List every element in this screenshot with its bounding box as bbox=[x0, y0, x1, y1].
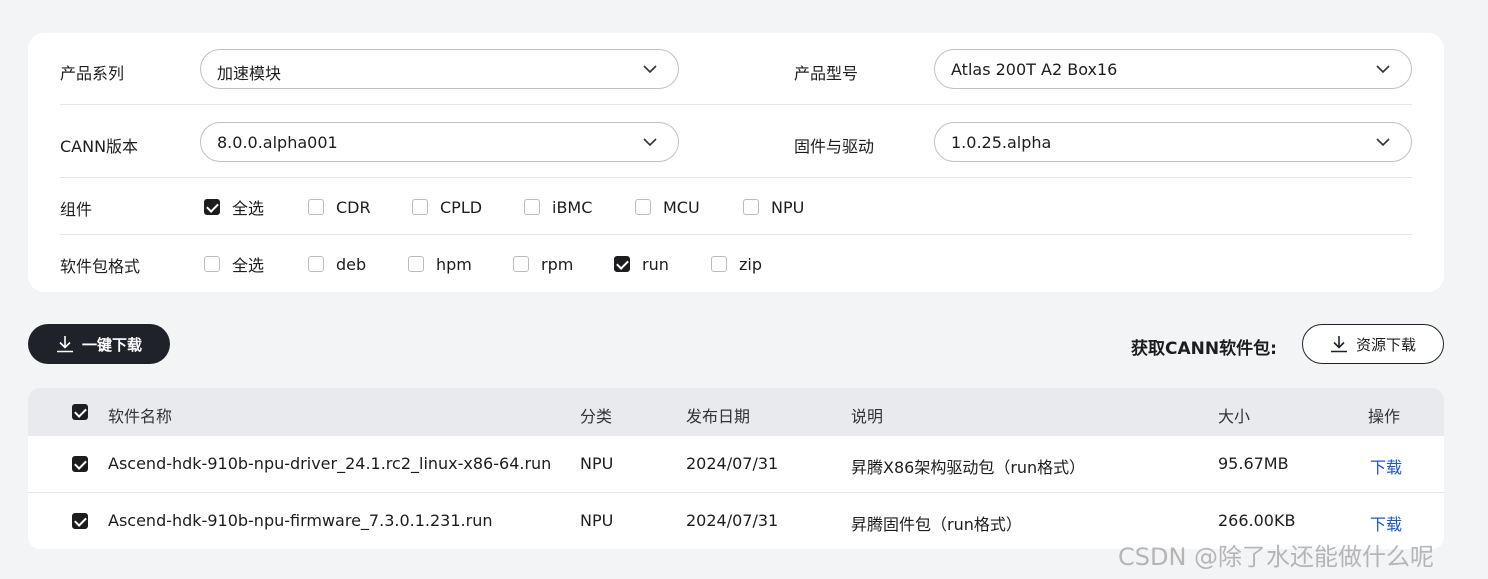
product-series-select[interactable]: 加速模块 bbox=[200, 49, 679, 89]
option-label: NPU bbox=[771, 197, 805, 217]
checkbox[interactable] bbox=[308, 199, 324, 215]
cann-version-label: CANN版本 bbox=[60, 137, 139, 156]
checkbox[interactable] bbox=[614, 256, 630, 272]
option-label: CDR bbox=[336, 197, 371, 217]
watermark: CSDN @除了水还能做什么呢 bbox=[1118, 543, 1435, 571]
format-option-all[interactable]: 全选 bbox=[204, 254, 265, 275]
option-label: MCU bbox=[663, 197, 700, 217]
option-label: rpm bbox=[541, 254, 574, 274]
checkbox[interactable] bbox=[412, 199, 428, 215]
checkbox[interactable] bbox=[711, 256, 727, 272]
one-click-download-label: 一键下载 bbox=[81, 335, 142, 354]
row-download-link[interactable]: 下载 bbox=[1370, 511, 1402, 535]
option-label: deb bbox=[336, 254, 367, 274]
row-checkbox[interactable] bbox=[72, 456, 88, 472]
row-name: Ascend-hdk-910b-npu-firmware_7.3.0.1.231… bbox=[108, 511, 493, 530]
format-option-run[interactable]: run bbox=[614, 254, 669, 274]
software-table: 软件名称 分类 发布日期 说明 大小 操作 Ascend-hdk-910b-np… bbox=[28, 388, 1444, 549]
product-model-label: 产品型号 bbox=[794, 64, 859, 83]
cann-version-select[interactable]: 8.0.0.alpha001 bbox=[200, 122, 679, 162]
filter-row-components: 组件 全选 CDR CPLD iBMC MCU NPU bbox=[60, 178, 1412, 235]
chevron-down-icon bbox=[643, 65, 657, 74]
checkbox[interactable] bbox=[308, 256, 324, 272]
checkbox[interactable] bbox=[204, 256, 220, 272]
option-label: 全选 bbox=[232, 199, 265, 218]
select-all-checkbox[interactable] bbox=[72, 404, 88, 420]
component-option-cpld[interactable]: CPLD bbox=[412, 197, 482, 217]
format-option-deb[interactable]: deb bbox=[308, 254, 366, 274]
component-option-npu[interactable]: NPU bbox=[743, 197, 804, 217]
firmware-driver-select[interactable]: 1.0.25.alpha bbox=[934, 122, 1412, 162]
components-label: 组件 bbox=[60, 200, 93, 219]
option-label: run bbox=[642, 254, 669, 274]
product-model-value: Atlas 200T A2 Box16 bbox=[951, 60, 1118, 79]
row-checkbox[interactable] bbox=[72, 513, 88, 529]
option-label: iBMC bbox=[552, 197, 593, 217]
format-option-hpm[interactable]: hpm bbox=[408, 254, 472, 274]
table-header: 软件名称 分类 发布日期 说明 大小 操作 bbox=[28, 388, 1444, 436]
one-click-download-button[interactable]: 一键下载 bbox=[28, 324, 170, 364]
cann-version-value: 8.0.0.alpha001 bbox=[217, 133, 338, 152]
row-name: Ascend-hdk-910b-npu-driver_24.1.rc2_linu… bbox=[108, 454, 552, 473]
component-option-ibmc[interactable]: iBMC bbox=[524, 197, 592, 217]
component-option-mcu[interactable]: MCU bbox=[635, 197, 700, 217]
option-label: zip bbox=[739, 254, 762, 274]
component-option-cdr[interactable]: CDR bbox=[308, 197, 371, 217]
package-format-label: 软件包格式 bbox=[60, 257, 141, 276]
resource-download-button[interactable]: 资源下载 bbox=[1302, 324, 1444, 364]
row-category: NPU bbox=[580, 511, 614, 530]
checkbox[interactable] bbox=[635, 199, 651, 215]
chevron-down-icon bbox=[643, 138, 657, 147]
header-desc: 说明 bbox=[851, 407, 884, 426]
format-option-rpm[interactable]: rpm bbox=[513, 254, 573, 274]
filter-row-version: CANN版本 8.0.0.alpha001 固件与驱动 1.0.25.alpha bbox=[60, 105, 1412, 178]
chevron-down-icon bbox=[1376, 138, 1390, 147]
header-size: 大小 bbox=[1218, 407, 1251, 426]
format-option-zip[interactable]: zip bbox=[711, 254, 762, 274]
row-date: 2024/07/31 bbox=[686, 454, 779, 473]
component-option-all[interactable]: 全选 bbox=[204, 197, 265, 218]
product-series-value: 加速模块 bbox=[217, 64, 282, 83]
header-name: 软件名称 bbox=[108, 407, 173, 426]
row-download-link[interactable]: 下载 bbox=[1370, 454, 1402, 478]
checkbox[interactable] bbox=[204, 199, 220, 215]
download-icon bbox=[56, 336, 73, 353]
chevron-down-icon bbox=[1376, 65, 1390, 74]
table-row: Ascend-hdk-910b-npu-driver_24.1.rc2_linu… bbox=[28, 436, 1444, 493]
checkbox[interactable] bbox=[743, 199, 759, 215]
checkbox[interactable] bbox=[524, 199, 540, 215]
header-op: 操作 bbox=[1368, 407, 1401, 426]
row-size: 266.00KB bbox=[1218, 511, 1296, 530]
filter-row-format: 软件包格式 全选 deb hpm rpm run zip bbox=[60, 235, 1412, 292]
header-category: 分类 bbox=[580, 407, 613, 426]
firmware-driver-label: 固件与驱动 bbox=[794, 137, 875, 156]
row-category: NPU bbox=[580, 454, 614, 473]
product-model-select[interactable]: Atlas 200T A2 Box16 bbox=[934, 49, 1412, 89]
option-label: CPLD bbox=[440, 197, 483, 217]
row-date: 2024/07/31 bbox=[686, 511, 779, 530]
download-icon bbox=[1330, 336, 1347, 353]
checkbox[interactable] bbox=[408, 256, 424, 272]
option-label: hpm bbox=[436, 254, 472, 274]
row-size: 95.67MB bbox=[1218, 454, 1289, 473]
row-desc: 昇腾固件包（run格式） bbox=[851, 515, 1022, 534]
filter-panel: 产品系列 加速模块 产品型号 Atlas 200T A2 Box16 CANN版… bbox=[28, 33, 1444, 292]
firmware-driver-value: 1.0.25.alpha bbox=[951, 133, 1052, 152]
filter-row-product: 产品系列 加速模块 产品型号 Atlas 200T A2 Box16 bbox=[60, 33, 1412, 105]
get-cann-label: 获取CANN软件包: bbox=[1131, 339, 1277, 359]
product-series-label: 产品系列 bbox=[60, 64, 125, 83]
resource-download-label: 资源下载 bbox=[1355, 335, 1416, 354]
option-label: 全选 bbox=[232, 256, 265, 275]
header-date: 发布日期 bbox=[686, 407, 751, 426]
checkbox[interactable] bbox=[513, 256, 529, 272]
row-desc: 昇腾X86架构驱动包（run格式） bbox=[851, 458, 1086, 477]
